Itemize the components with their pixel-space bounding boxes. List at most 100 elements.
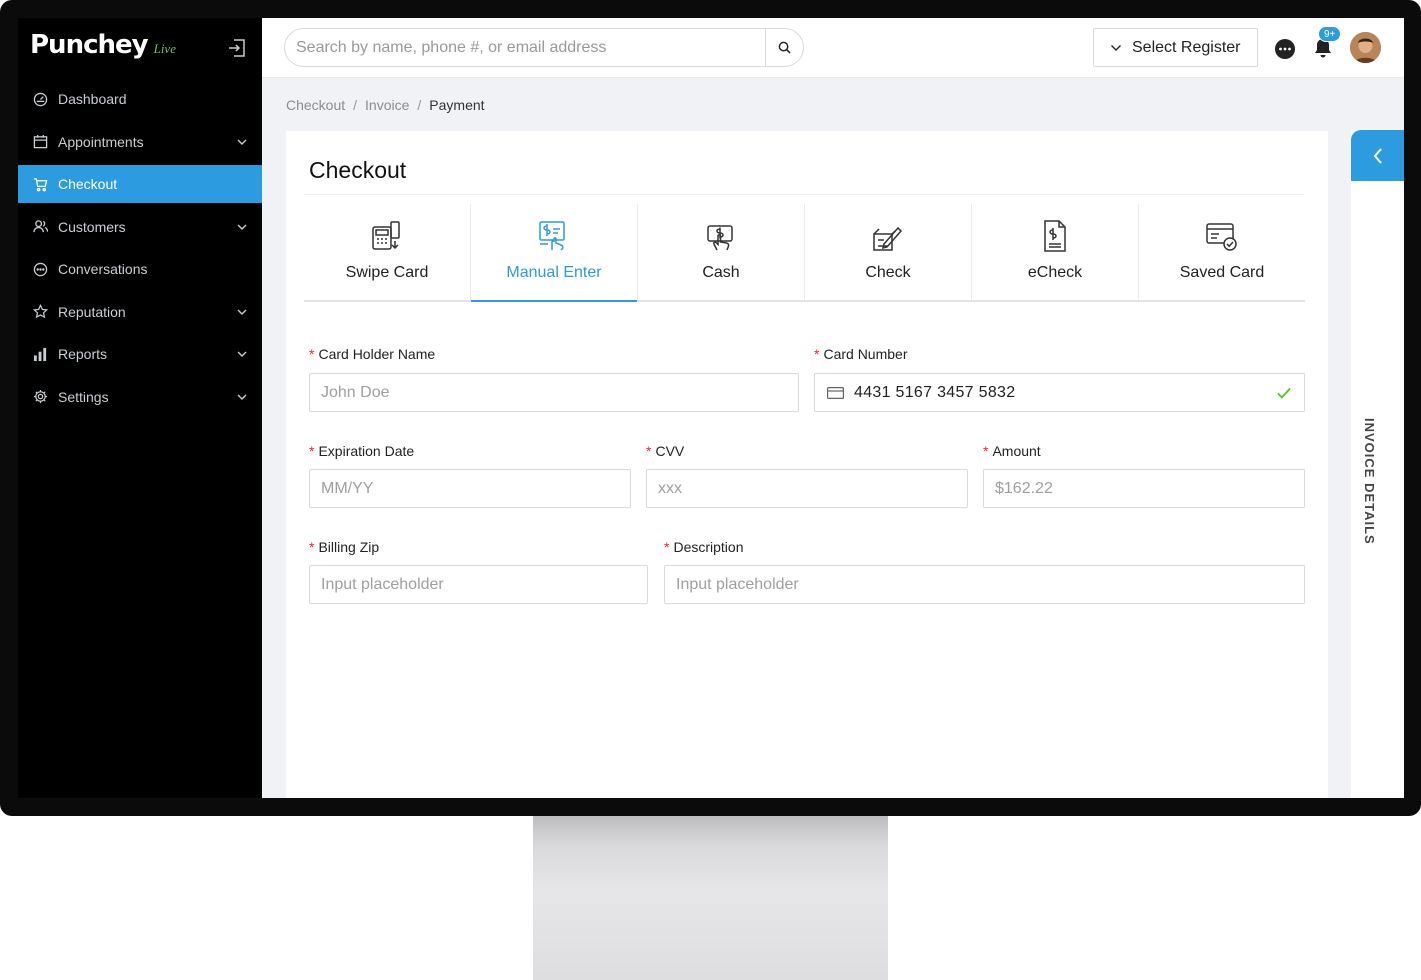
card-holder-label: * Card Holder Name xyxy=(309,346,436,362)
check-icon xyxy=(873,226,903,251)
sidebar-item-label: Customers xyxy=(58,218,126,235)
payment-method-tabs: Swipe Card Manual Enter Cash Check eChec… xyxy=(304,204,1305,302)
tab-label: Saved Card xyxy=(1179,264,1265,281)
cart-icon xyxy=(32,176,48,192)
sidebar-item-checkout[interactable]: Checkout xyxy=(18,165,262,203)
invoice-details-panel: INVOICE DETAILS xyxy=(1351,130,1404,798)
required-marker: * xyxy=(983,443,989,459)
sidebar-item-appointments[interactable]: Appointments xyxy=(18,123,262,161)
sidebar-item-label: Reports xyxy=(58,346,108,362)
sidebar-item-reports[interactable]: Reports xyxy=(18,335,262,373)
search-input[interactable] xyxy=(285,29,765,66)
breadcrumb-invoice[interactable]: Invoice xyxy=(365,97,409,113)
chevron-down-icon xyxy=(237,351,247,357)
required-marker: * xyxy=(309,539,315,555)
card-holder-name-input[interactable] xyxy=(309,373,799,412)
tab-cash[interactable]: Cash xyxy=(638,204,805,300)
screen: Punchey Live Dashboard Appointments Chec… xyxy=(18,18,1404,798)
bar-chart-icon xyxy=(32,346,48,362)
chevron-down-icon xyxy=(237,394,247,400)
sidebar-item-reputation[interactable]: Reputation xyxy=(18,293,262,331)
collapse-sidebar-icon[interactable] xyxy=(226,37,248,59)
saved-card-icon xyxy=(1206,223,1237,251)
sidebar-item-label: Conversations xyxy=(58,261,148,277)
tab-label: Check xyxy=(865,264,911,281)
messages-icon[interactable] xyxy=(1274,38,1296,60)
cvv-input[interactable] xyxy=(646,469,968,508)
chevron-down-icon xyxy=(237,309,247,315)
description-label: * Description xyxy=(664,539,744,555)
echeck-icon xyxy=(1044,220,1066,252)
tab-echeck[interactable]: eCheck xyxy=(972,204,1139,300)
sidebar-item-conversations[interactable]: Conversations xyxy=(18,250,262,288)
sidebar-item-label: Appointments xyxy=(58,133,144,150)
required-marker: * xyxy=(664,539,670,555)
checkmark-icon xyxy=(1277,387,1291,399)
divider xyxy=(304,194,1304,195)
sidebar-nav: Dashboard Appointments Checkout Customer… xyxy=(18,80,262,420)
select-register-label: Select Register xyxy=(1132,38,1241,56)
required-marker: * xyxy=(646,443,652,459)
top-header: Select Register 9+ xyxy=(262,18,1404,78)
manual-enter-icon xyxy=(539,221,565,251)
tab-manual-enter[interactable]: Manual Enter xyxy=(471,204,638,302)
search-bar xyxy=(284,28,804,67)
sidebar-item-label: Settings xyxy=(58,388,109,405)
tab-check[interactable]: Check xyxy=(805,204,972,300)
cash-icon xyxy=(707,225,733,251)
tab-label: Swipe Card xyxy=(345,264,429,281)
sidebar-item-label: Dashboard xyxy=(58,91,127,107)
monitor-stand xyxy=(533,816,888,980)
tab-label: Manual Enter xyxy=(506,264,602,281)
search-button[interactable] xyxy=(765,29,803,66)
logo-text: Punchey xyxy=(30,30,149,60)
breadcrumb-separator: / xyxy=(417,97,422,113)
amount-input[interactable] xyxy=(983,469,1305,508)
swipe-card-icon xyxy=(372,221,400,250)
card-number-input[interactable]: 4431 5167 3457 5832 xyxy=(814,373,1305,412)
breadcrumb: Checkout / Invoice / Payment xyxy=(286,97,485,113)
credit-card-icon xyxy=(827,386,844,399)
billing-zip-label: * Billing Zip xyxy=(309,539,380,555)
card-number-value: 4431 5167 3457 5832 xyxy=(854,383,1016,401)
calendar-icon xyxy=(32,134,48,150)
logo-suffix: Live xyxy=(153,41,176,56)
breadcrumb-separator: / xyxy=(353,97,358,113)
required-marker: * xyxy=(309,443,315,459)
amount-label: * Amount xyxy=(983,443,1041,459)
sidebar-item-settings[interactable]: Settings xyxy=(18,378,262,416)
tab-swipe-card[interactable]: Swipe Card xyxy=(304,204,471,300)
expand-panel-button[interactable] xyxy=(1351,130,1404,181)
sidebar-item-label: Reputation xyxy=(58,303,126,320)
expiration-date-input[interactable] xyxy=(309,469,631,508)
sidebar-item-label: Checkout xyxy=(58,176,118,192)
chevron-left-icon xyxy=(1373,147,1382,164)
description-input[interactable] xyxy=(664,565,1305,604)
billing-zip-input[interactable] xyxy=(309,565,648,604)
tab-label: Cash xyxy=(702,264,740,281)
breadcrumb-payment: Payment xyxy=(429,97,485,113)
tab-saved-card[interactable]: Saved Card xyxy=(1139,204,1305,300)
sidebar: Punchey Live Dashboard Appointments Chec… xyxy=(18,18,262,798)
tab-label: eCheck xyxy=(1027,264,1083,281)
gear-icon xyxy=(32,389,48,405)
card-number-label: * Card Number xyxy=(814,346,908,362)
chevron-down-icon xyxy=(237,224,247,230)
sidebar-item-dashboard[interactable]: Dashboard xyxy=(18,80,262,118)
invoice-details-label[interactable]: INVOICE DETAILS xyxy=(1362,418,1377,545)
logo: Punchey Live xyxy=(30,30,176,60)
monitor-frame: Punchey Live Dashboard Appointments Chec… xyxy=(0,0,1421,816)
breadcrumb-checkout[interactable]: Checkout xyxy=(286,97,345,113)
chevron-down-icon xyxy=(237,139,247,145)
required-marker: * xyxy=(309,346,315,362)
chevron-down-icon xyxy=(1111,44,1121,51)
select-register-dropdown[interactable]: Select Register xyxy=(1093,28,1258,67)
sidebar-item-customers[interactable]: Customers xyxy=(18,208,262,246)
customers-icon xyxy=(32,219,48,235)
required-marker: * xyxy=(814,346,820,362)
cvv-label: * CVV xyxy=(646,443,685,459)
avatar[interactable] xyxy=(1350,32,1381,63)
notification-badge: 9+ xyxy=(1318,26,1342,42)
chat-icon xyxy=(32,261,48,277)
checkout-card: Checkout Swipe Card Manual Enter Cash Ch… xyxy=(286,131,1328,798)
